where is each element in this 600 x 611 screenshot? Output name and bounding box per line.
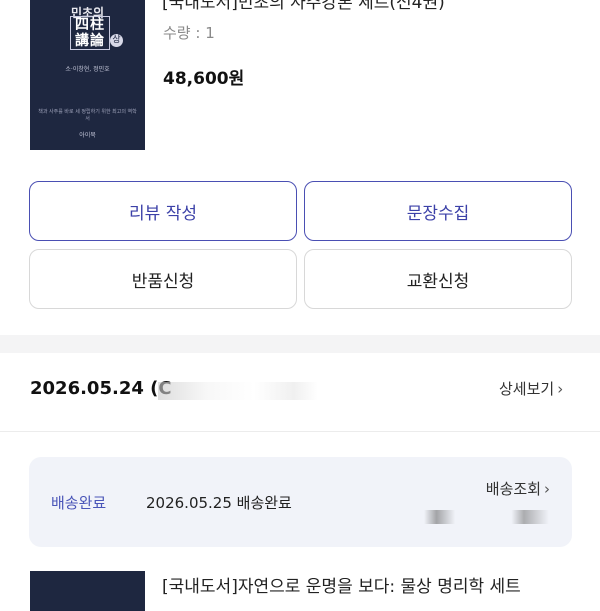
return-request-button[interactable]: 반품신청 [29,249,297,309]
delivery-status-badge: 배송완료 [51,494,107,512]
delivery-status-box: 배송완료 2026.05.25 배송완료 배송조회 › [29,457,572,547]
order-detail-label: 상세보기 [499,380,555,398]
exchange-request-button[interactable]: 교환신청 [304,249,572,309]
write-review-button[interactable]: 리뷰 작성 [29,181,297,241]
chevron-right-icon: › [557,379,564,398]
product-title[interactable]: [국내도서]자연으로 운명을 보다: 물상 명리학 세트 [162,572,521,597]
order-date: 2026.05.24 (C [30,378,172,399]
book-cover-image[interactable]: 민초의 四柱講論 상 소·이창현, 정민호 책과 사주를 바로 세 정립하기 위… [30,0,145,150]
product-quantity: 수량 : 1 [163,24,215,42]
cover-volume-badge: 상 [110,34,123,47]
track-delivery-link[interactable]: 배송조회 › [486,478,550,499]
product-price: 48,600원 [163,69,245,89]
book-cover-image[interactable] [30,571,145,611]
cover-description: 책과 사주를 바로 세 정립하기 위한 최고의 역학서 [38,109,137,122]
divider [0,431,600,432]
chevron-right-icon: › [544,479,550,498]
cover-publisher: 아이북 [79,132,96,139]
track-delivery-label: 배송조회 [485,480,541,498]
delivery-date: 2026.05.25 배송완료 [146,494,292,512]
redacted-tracking-number [424,510,549,524]
collect-sentences-button[interactable]: 문장수집 [304,181,572,241]
cover-author: 소·이창현, 정민호 [65,66,110,73]
product-title[interactable]: [국내도서]민초의 사주강론 세트(전4권) [162,0,445,13]
order-detail-link[interactable]: 상세보기 › [499,378,563,399]
section-divider [0,335,600,353]
redacted-order-number [158,382,318,400]
cover-title: 四柱講論 [70,16,110,50]
